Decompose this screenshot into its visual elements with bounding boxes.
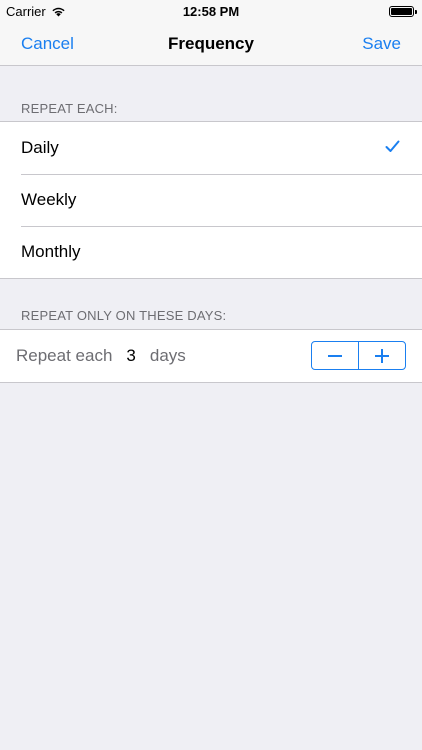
- option-daily[interactable]: Daily: [0, 122, 422, 174]
- option-label: Weekly: [21, 190, 77, 209]
- status-bar: Carrier 12:58 PM: [0, 0, 422, 22]
- repeat-count-value: 3: [126, 346, 136, 365]
- page-title: Frequency: [168, 34, 254, 53]
- repeat-interval-row: Repeat each 3 days: [0, 330, 422, 382]
- minus-icon: [328, 354, 342, 357]
- decrement-button[interactable]: [312, 342, 358, 369]
- repeat-unit-label: days: [149, 346, 186, 365]
- repeat-each-group: Daily Weekly Monthly: [0, 121, 422, 279]
- option-monthly[interactable]: Monthly: [0, 226, 422, 278]
- interval-stepper: [311, 341, 406, 370]
- repeat-each-header: REPEAT EACH:: [21, 101, 118, 116]
- repeat-days-header: REPEAT ONLY ON THESE DAYS:: [21, 308, 227, 323]
- battery-icon: [389, 6, 417, 17]
- repeat-each-label: Repeat each: [16, 346, 113, 365]
- repeat-days-group: Repeat each 3 days: [0, 329, 422, 383]
- plus-icon: [375, 348, 389, 363]
- option-label: Daily: [21, 138, 59, 157]
- save-button[interactable]: Save: [362, 22, 401, 66]
- checkmark-icon: [385, 140, 400, 152]
- navigation-bar: Cancel Frequency Save: [0, 22, 422, 66]
- option-label: Monthly: [21, 242, 81, 261]
- option-weekly[interactable]: Weekly: [0, 174, 422, 226]
- status-time: 12:58 PM: [182, 4, 240, 19]
- increment-button[interactable]: [359, 342, 405, 369]
